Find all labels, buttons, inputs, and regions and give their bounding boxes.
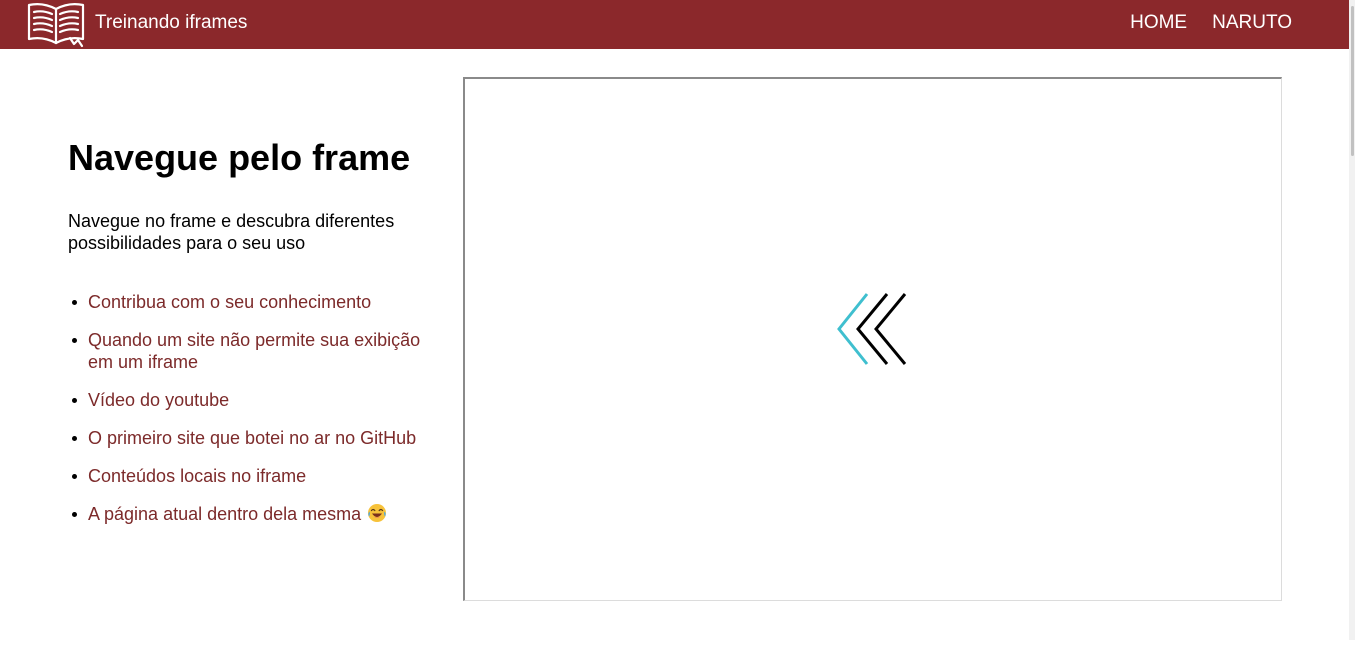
link-label[interactable]: Conteúdos locais no iframe [88, 466, 306, 486]
page-scrollbar[interactable] [1349, 0, 1355, 640]
main-nav: HOME NARUTO [1130, 12, 1292, 34]
frame-link-list: Contribua com o seu conhecimento Quando … [72, 291, 448, 541]
link-label[interactable]: Contribua com o seu conhecimento [88, 292, 371, 312]
nav-naruto-link[interactable]: NARUTO [1212, 12, 1292, 34]
site-title[interactable]: Treinando iframes [95, 12, 247, 34]
link-label[interactable]: A página atual dentro dela mesma [88, 504, 361, 524]
page-title: Navegue pelo frame [68, 137, 411, 178]
link-label[interactable]: O primeiro site que botei no ar no GitHu… [88, 428, 416, 448]
list-item[interactable]: Quando um site não permite sua exibição … [72, 329, 448, 373]
laughing-tears-emoji-icon [368, 504, 387, 522]
list-item[interactable]: A página atual dentro dela mesma [72, 503, 448, 525]
link-label[interactable]: Quando um site não permite sua exibição … [88, 330, 420, 372]
list-item[interactable]: Contribua com o seu conhecimento [72, 291, 448, 313]
triple-chevron-left-icon [837, 293, 907, 365]
nav-home-link[interactable]: HOME [1130, 12, 1187, 34]
list-item[interactable]: O primeiro site que botei no ar no GitHu… [72, 427, 448, 449]
open-book-icon[interactable] [26, 0, 86, 48]
list-item[interactable]: Conteúdos locais no iframe [72, 465, 448, 487]
intro-text: Navegue no frame e descubra diferentes p… [68, 211, 395, 253]
site-header: Treinando iframes HOME NARUTO [0, 0, 1349, 49]
link-label[interactable]: Vídeo do youtube [88, 390, 229, 410]
list-item[interactable]: Vídeo do youtube [72, 389, 448, 411]
embedded-iframe[interactable] [463, 77, 1282, 601]
scrollbar-thumb[interactable] [1351, 6, 1354, 156]
page: Treinando iframes HOME NARUTO Navegue pe… [0, 0, 1355, 646]
